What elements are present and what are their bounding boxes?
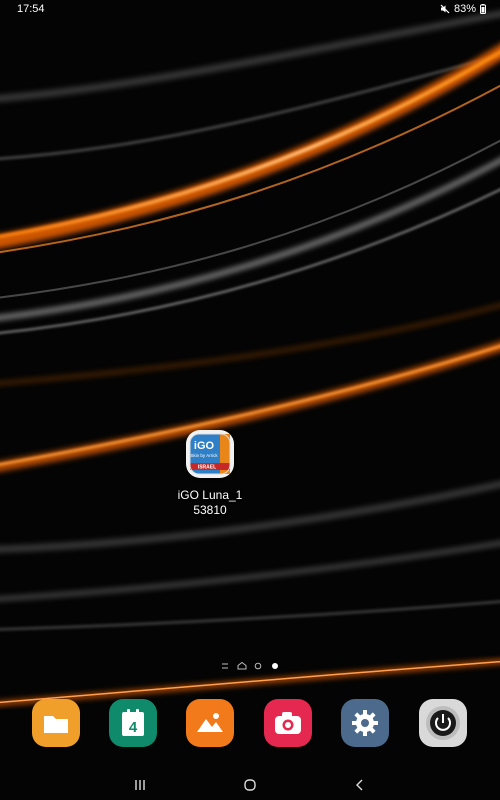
recents-icon bbox=[135, 780, 145, 790]
page-indicator-dot-active bbox=[272, 663, 278, 669]
igo-logo-icon: iGO Skin by Arrick ISRAEL bbox=[189, 433, 231, 475]
calendar-icon[interactable]: 4 bbox=[109, 699, 157, 747]
igo-luna-app-icon[interactable]: iGO Skin by Arrick ISRAEL bbox=[186, 430, 234, 478]
status-icons: 83% bbox=[440, 0, 486, 18]
gallery-icon[interactable] bbox=[186, 699, 234, 747]
camera-icon[interactable] bbox=[264, 699, 312, 747]
back-button[interactable] bbox=[340, 772, 380, 798]
home-button[interactable] bbox=[230, 772, 270, 798]
page-indicator-dot bbox=[254, 662, 262, 670]
home-icon bbox=[244, 779, 256, 791]
status-bar: 17:54 83% bbox=[0, 0, 500, 18]
battery-percent: 83% bbox=[453, 3, 476, 15]
battery-icon bbox=[480, 4, 486, 14]
navigation-bar bbox=[0, 768, 500, 800]
mute-icon bbox=[440, 4, 450, 14]
svg-text:Skin by Arrick: Skin by Arrick bbox=[190, 453, 218, 458]
power-icon[interactable] bbox=[419, 699, 467, 747]
page-indicator-home bbox=[237, 661, 247, 670]
page-indicator-list bbox=[222, 663, 228, 669]
recents-button[interactable] bbox=[120, 772, 160, 798]
wallpaper bbox=[0, 0, 500, 800]
back-icon bbox=[356, 779, 363, 791]
status-time: 17:54 bbox=[17, 3, 45, 15]
app-label[interactable]: iGO Luna_1 53810 bbox=[160, 488, 260, 518]
svg-text:iGO: iGO bbox=[194, 440, 215, 452]
svg-text:4: 4 bbox=[129, 719, 138, 736]
my-files-icon[interactable] bbox=[32, 699, 80, 747]
settings-icon[interactable] bbox=[341, 699, 389, 747]
page-indicator[interactable] bbox=[220, 660, 280, 672]
svg-text:ISRAEL: ISRAEL bbox=[198, 465, 216, 471]
